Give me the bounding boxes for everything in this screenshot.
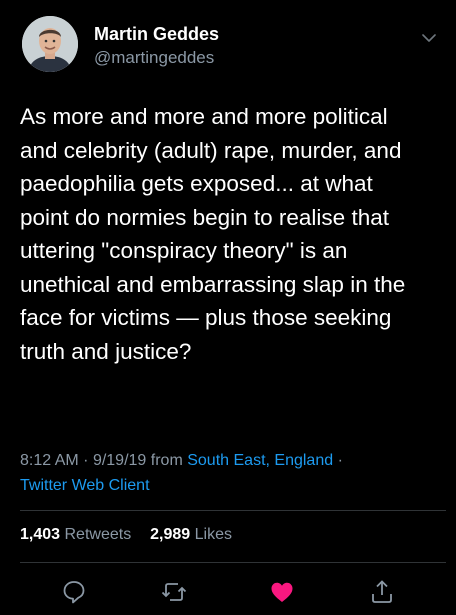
- avatar[interactable]: [22, 16, 78, 72]
- retweets-count: 1,403: [20, 526, 61, 543]
- display-name[interactable]: Martin Geddes: [94, 24, 219, 45]
- retweets-stat[interactable]: 1,403 Retweets: [20, 526, 136, 543]
- likes-label: Likes: [194, 526, 232, 543]
- retweet-icon[interactable]: [160, 578, 188, 606]
- tweet-time[interactable]: 8:12 AM: [20, 452, 79, 469]
- likes-count: 2,989: [150, 526, 191, 543]
- retweets-label: Retweets: [64, 526, 132, 543]
- tweet-meta: 8:12 AM · 9/19/19 from South East, Engla…: [20, 448, 440, 498]
- divider: [20, 562, 446, 563]
- heart-icon[interactable]: [268, 578, 296, 606]
- meta-separator: ·: [83, 452, 89, 469]
- tweet-text: As more and more and more political and …: [20, 104, 406, 364]
- meta-separator: ·: [337, 452, 343, 469]
- from-label: from: [150, 452, 183, 469]
- location-link[interactable]: South East, England: [187, 452, 333, 469]
- tweet-stats: 1,403 Retweets 2,989 Likes: [20, 526, 232, 544]
- reply-icon[interactable]: [60, 578, 88, 606]
- tweet-actions: [0, 578, 456, 608]
- chevron-down-icon[interactable]: [422, 30, 436, 42]
- client-link[interactable]: Twitter Web Client: [20, 477, 150, 494]
- likes-stat[interactable]: 2,989 Likes: [150, 526, 232, 543]
- share-icon[interactable]: [368, 578, 396, 606]
- avatar-photo-icon: [22, 16, 78, 72]
- user-handle[interactable]: @martingeddes: [94, 48, 214, 68]
- tweet-card: Martin Geddes @martingeddes As more and …: [0, 0, 456, 615]
- tweet-date[interactable]: 9/19/19: [93, 452, 146, 469]
- tweet-header: Martin Geddes @martingeddes: [18, 12, 438, 72]
- divider: [20, 510, 446, 511]
